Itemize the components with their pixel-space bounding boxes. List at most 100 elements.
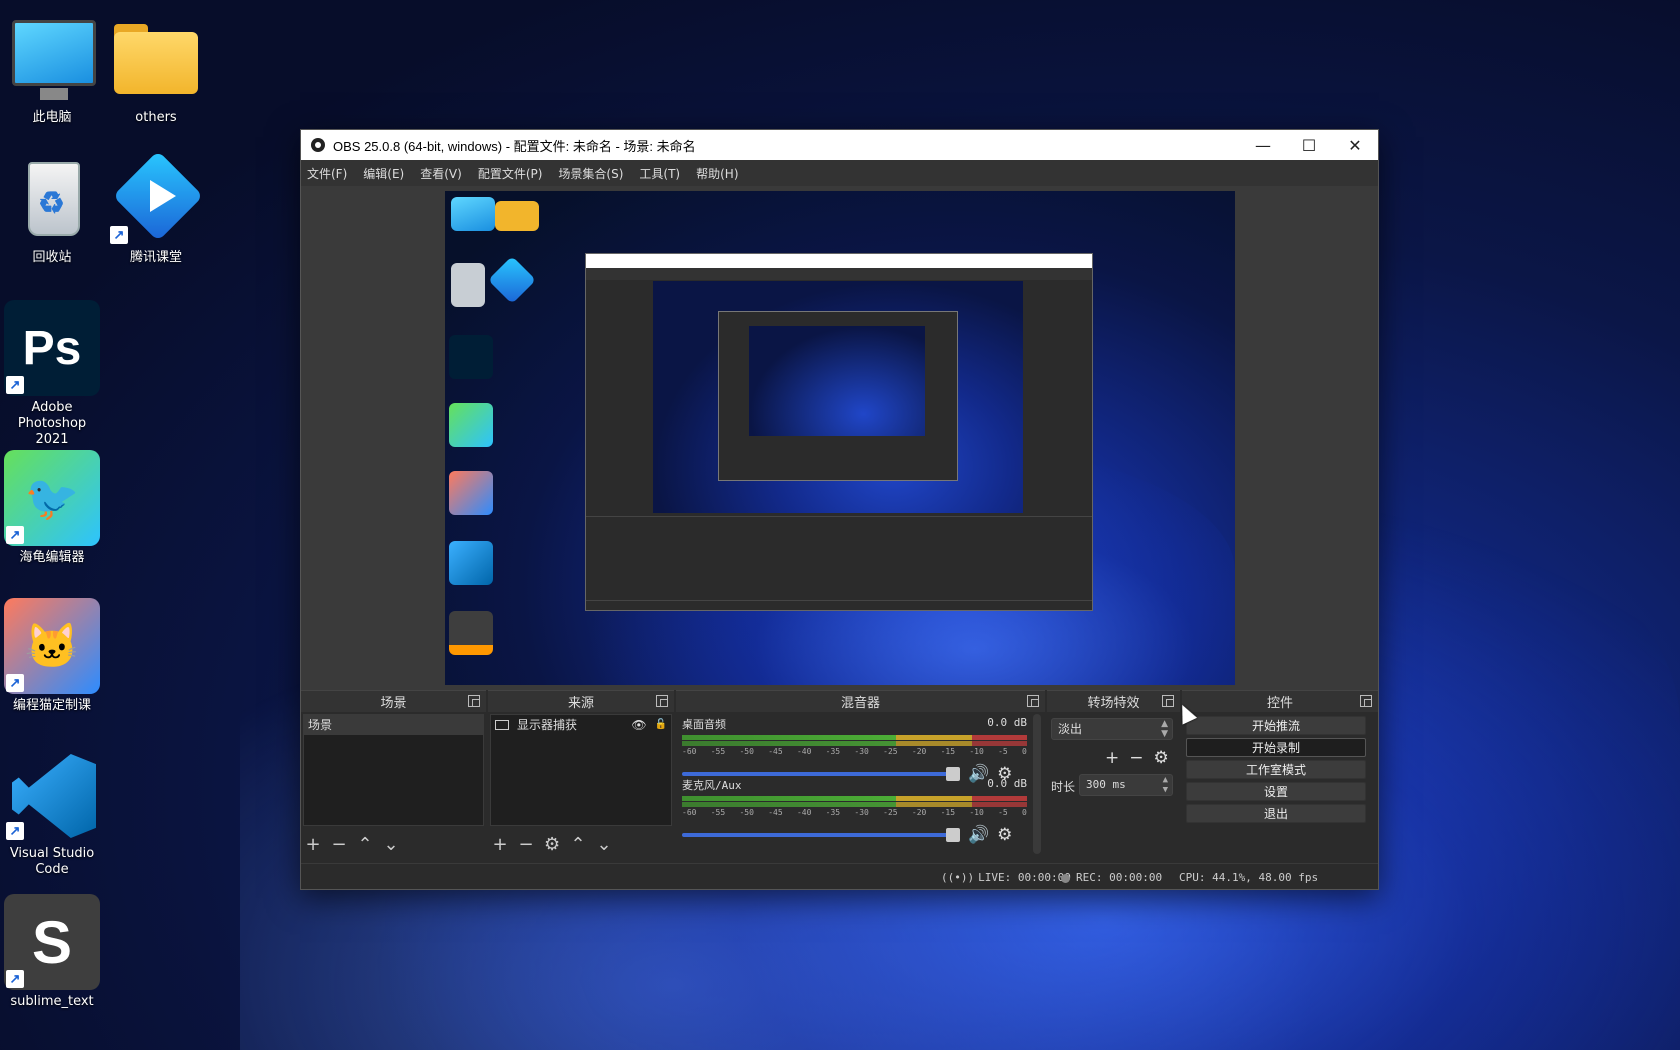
tick: -10 [969,808,984,817]
volume-slider-handle[interactable] [946,828,960,842]
source-item[interactable]: 显示器捕获 👁 🔓 [491,715,671,735]
mixer-title: 混音器 [840,696,880,711]
meter-ticks: -60 -55 -50 -45 -40 -35 -30 -25 -20 -15 -10 -5 0 [682,747,1027,756]
tick: -15 [940,808,956,817]
desktop-icon-turtle-editor[interactable]: 🐦 ↗ 海龟编辑器 [0,450,104,566]
channel-level: 0.0 dB [987,777,1027,790]
menu-scene-collection[interactable]: 场景集合(S) [558,165,623,182]
gear-icon[interactable]: ⚙ [1154,748,1169,768]
move-up-icon[interactable]: ⌃ [570,834,586,855]
shortcut-arrow-icon: ↗ [6,526,24,544]
move-up-icon[interactable]: ⌃ [357,834,373,855]
tick: -50 [739,808,754,817]
controls-dock: 控件 开始推流 开始录制 工作室模式 设置 退出 [1182,690,1378,865]
desktop-icon-this-pc[interactable]: 此电脑 [0,10,104,126]
rec-timer: REC: 00:00:00 [1076,871,1163,884]
close-button[interactable]: ✕ [1332,130,1378,160]
undock-icon[interactable] [468,695,480,707]
scenes-header: 场景 [301,690,486,712]
codemao-icon: 🐱 ↗ [4,598,100,694]
menu-bar: 文件(F) 编辑(E) 查看(V) 配置文件(P) 场景集合(S) 工具(T) … [301,160,1378,186]
add-icon[interactable]: + [492,834,508,855]
minimize-button[interactable]: — [1240,130,1286,160]
desktop-icon-others[interactable]: others [104,10,208,126]
desktop-icon-label: Visual Studio Code [9,846,95,877]
gear-icon[interactable]: ⚙ [997,825,1012,845]
remove-icon[interactable]: − [1129,748,1143,768]
tick: -20 [911,747,927,756]
preview-photoshop-icon [449,335,493,379]
shortcut-arrow-icon: ↗ [6,376,24,394]
scenes-title: 场景 [380,696,407,711]
menu-view[interactable]: 查看(V) [420,165,462,182]
scenes-dock: 场景 场景 + − ⌃ ⌄ [301,690,486,865]
controls-header: 控件 [1182,690,1378,712]
tencent-classroom-icon: ↗ [108,150,204,246]
undock-icon[interactable] [1162,695,1174,707]
gear-icon[interactable]: ⚙ [544,834,560,855]
maximize-button[interactable]: ☐ [1286,130,1332,160]
exit-button[interactable]: 退出 [1186,804,1366,823]
preview-folder-icon [495,201,539,231]
menu-profile[interactable]: 配置文件(P) [478,165,543,182]
obs-logo-icon [311,138,325,152]
dock-area: 场景 场景 + − ⌃ ⌄ 来源 显示器捕获 👁 🔓 + − ⚙ ⌃ ⌄ 混音器… [301,690,1378,865]
undock-icon[interactable] [1360,695,1372,707]
monitor-icon [495,720,509,730]
desktop-icon-recycle-bin[interactable]: ♻ 回收站 [0,150,104,266]
start-recording-button[interactable]: 开始录制 [1186,738,1366,757]
desktop-icon-photoshop[interactable]: Ps ↗ Adobe Photoshop 2021 [0,300,104,448]
eye-icon[interactable]: 👁 [631,715,646,735]
duration-value: 300 ms [1086,778,1126,791]
duration-input[interactable]: 300 ms ▲ ▼ [1079,774,1173,796]
preview-codemao-icon [449,471,493,515]
menu-help[interactable]: 帮助(H) [696,165,738,182]
desktop-icon-tencent-classroom[interactable]: ↗ 腾讯课堂 [104,150,208,266]
scenes-list[interactable]: 场景 [303,714,484,826]
settings-button[interactable]: 设置 [1186,782,1366,801]
menu-file[interactable]: 文件(F) [307,165,347,182]
volume-slider[interactable] [682,828,960,842]
nested-preview-2 [749,326,925,436]
volume-slider[interactable] [682,767,960,781]
sources-list[interactable]: 显示器捕获 👁 🔓 [490,714,672,826]
preview-area [301,186,1378,690]
mixer-scrollbar[interactable] [1033,714,1041,854]
nested-obs-window [585,253,1093,611]
move-down-icon[interactable]: ⌄ [596,834,612,855]
lock-icon[interactable]: 🔓 [655,715,667,735]
undock-icon[interactable] [1027,695,1039,707]
remove-icon[interactable]: − [518,834,534,855]
transition-select[interactable]: 淡出 ▲ ▼ [1051,718,1173,740]
speaker-icon[interactable]: 🔊 [968,825,989,845]
tick: -50 [739,747,754,756]
menu-tools[interactable]: 工具(T) [639,165,680,182]
vscode-icon: ↗ [4,746,100,842]
sources-header: 来源 [488,690,674,712]
meter-ticks: -60 -55 -50 -45 -40 -35 -30 -25 -20 -15 -10 -5 0 [682,808,1027,817]
controls-title: 控件 [1266,696,1293,711]
title-bar[interactable]: OBS 25.0.8 (64-bit, windows) - 配置文件: 未命名… [301,130,1378,160]
add-icon[interactable]: + [1105,748,1119,768]
undock-icon[interactable] [656,695,668,707]
scene-item[interactable]: 场景 [304,715,483,735]
studio-mode-button[interactable]: 工作室模式 [1186,760,1366,779]
tick: -40 [796,747,812,756]
tick: -15 [940,747,956,756]
volume-meter [682,735,1027,740]
desktop-icon-sublime[interactable]: S ↗ sublime_text [0,894,104,1010]
volume-meter [682,802,1027,807]
desktop-icon-vscode[interactable]: ↗ Visual Studio Code [0,746,104,878]
menu-edit[interactable]: 编辑(E) [363,165,404,182]
transitions-dock: 转场特效 淡出 ▲ ▼ + − ⚙ 时长 300 ms ▲ ▼ [1047,690,1180,865]
nested-docks [586,516,1092,600]
preview-canvas[interactable] [445,191,1235,685]
start-streaming-button[interactable]: 开始推流 [1186,716,1366,735]
add-icon[interactable]: + [305,834,321,855]
remove-icon[interactable]: − [331,834,347,855]
desktop-icon-codemao[interactable]: 🐱 ↗ 编程猫定制课 [0,598,104,714]
move-down-icon[interactable]: ⌄ [383,834,399,855]
cpu-status: CPU: 44.1%, 48.00 fps [1179,871,1319,884]
folder-icon [108,10,204,106]
preview-sublime-icon [449,611,493,655]
